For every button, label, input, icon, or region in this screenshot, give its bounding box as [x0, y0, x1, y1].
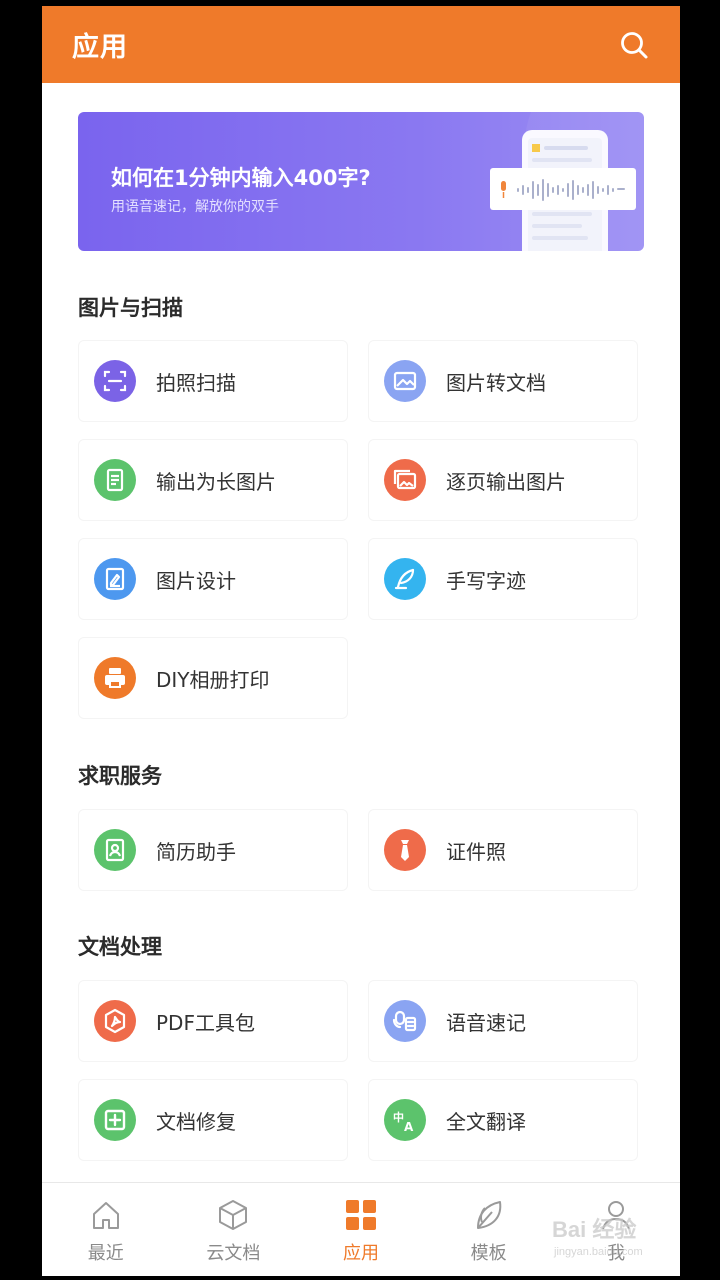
tab-label: 云文档	[206, 1243, 261, 1264]
svg-text:中: 中	[393, 1110, 404, 1124]
pdf-icon	[94, 1000, 136, 1042]
search-icon	[621, 31, 648, 58]
svg-text:A: A	[404, 1120, 414, 1133]
phone-illustration-icon	[490, 112, 644, 251]
app-item-long-image[interactable]: 输出为长图片	[78, 439, 348, 521]
tab-recent[interactable]: 最近	[42, 1183, 170, 1276]
app-item-handwriting[interactable]: 手写字迹	[368, 538, 638, 620]
resume-icon	[94, 829, 136, 871]
handwriting-icon	[384, 558, 426, 600]
section-title-image-scan: 图片与扫描	[78, 296, 183, 320]
app-item-image-design[interactable]: 图片设计	[78, 538, 348, 620]
tab-templates[interactable]: 模板	[425, 1183, 553, 1276]
tab-apps[interactable]: 应用	[297, 1183, 425, 1276]
app-item-label: PDF工具包	[156, 1010, 255, 1035]
app-item-label: 图片转文档	[446, 370, 546, 395]
translate-icon: 中A	[384, 1099, 426, 1141]
section-title-doc-process: 文档处理	[78, 935, 162, 959]
scan-icon	[94, 360, 136, 402]
tab-label: 模板	[470, 1243, 507, 1264]
app-item-label: 手写字迹	[446, 568, 526, 593]
app-item-label: 全文翻译	[446, 1109, 526, 1134]
tab-label: 应用	[342, 1243, 379, 1264]
tab-label: 最近	[87, 1243, 124, 1264]
voice-note-icon	[384, 1000, 426, 1042]
page-images-icon	[384, 459, 426, 501]
app-item-diy-print[interactable]: DIY相册打印	[78, 637, 348, 719]
app-item-label: 图片设计	[156, 568, 236, 593]
app-item-label: DIY相册打印	[156, 667, 270, 692]
app-item-label: 证件照	[446, 839, 506, 864]
image-design-icon	[94, 558, 136, 600]
id-photo-icon	[384, 829, 426, 871]
app-item-page-images[interactable]: 逐页输出图片	[368, 439, 638, 521]
watermark-sub: jingyan.baidu.com	[554, 1246, 643, 1258]
app-item-label: 逐页输出图片	[446, 469, 566, 494]
long-image-icon	[94, 459, 136, 501]
app-item-label: 文档修复	[156, 1109, 236, 1134]
app-item-pdf-toolkit[interactable]: PDF工具包	[78, 980, 348, 1062]
app-item-label: 语音速记	[446, 1010, 526, 1035]
app-item-id-photo[interactable]: 证件照	[368, 809, 638, 891]
section-title-job-service: 求职服务	[78, 764, 162, 788]
page-title: 应用	[72, 32, 128, 63]
search-button[interactable]	[616, 27, 652, 63]
cube-icon	[215, 1197, 251, 1233]
app-item-doc-repair[interactable]: 文档修复	[78, 1079, 348, 1161]
app-item-label: 简历助手	[156, 839, 236, 864]
app-item-resume[interactable]: 简历助手	[78, 809, 348, 891]
phone-screen: 应用 如何在1分钟内输入400字? 用语音速记，解放你的双手 图片与扫描 拍照扫…	[42, 6, 680, 1276]
app-item-label: 输出为长图片	[156, 469, 276, 494]
app-item-full-translate[interactable]: 中A 全文翻译	[368, 1079, 638, 1161]
image-icon	[384, 360, 426, 402]
apps-grid-icon	[343, 1197, 379, 1233]
print-icon	[94, 657, 136, 699]
repair-icon	[94, 1099, 136, 1141]
leaf-icon	[471, 1197, 507, 1233]
app-item-label: 拍照扫描	[156, 370, 236, 395]
tab-cloud-docs[interactable]: 云文档	[170, 1183, 298, 1276]
app-item-voice-note[interactable]: 语音速记	[368, 980, 638, 1062]
watermark-text: Bai 经验	[552, 1217, 637, 1242]
home-icon	[88, 1197, 124, 1233]
banner-title: 如何在1分钟内输入400字?	[111, 166, 371, 190]
app-item-image-to-doc[interactable]: 图片转文档	[368, 340, 638, 422]
banner-subtitle: 用语音速记，解放你的双手	[111, 199, 279, 215]
promo-banner[interactable]: 如何在1分钟内输入400字? 用语音速记，解放你的双手	[78, 112, 644, 251]
app-header: 应用	[42, 6, 680, 83]
app-item-photo-scan[interactable]: 拍照扫描	[78, 340, 348, 422]
